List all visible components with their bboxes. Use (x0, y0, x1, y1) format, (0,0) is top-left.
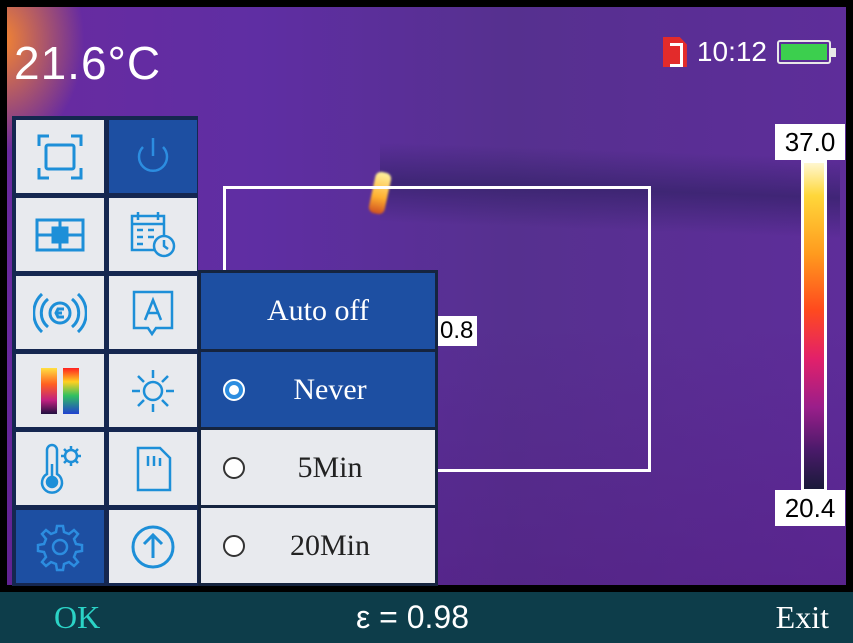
menu-sd-storage[interactable] (109, 432, 197, 505)
date-time-icon (130, 211, 176, 257)
menu-center-measure[interactable] (16, 198, 104, 271)
auto-off-popup: Auto off Never 5Min 20Min (198, 270, 438, 586)
scale-min-label: 20.4 (775, 490, 845, 526)
power-icon (137, 137, 169, 172)
exit-button[interactable]: Exit (776, 599, 829, 636)
language-icon (132, 290, 174, 336)
menu-temperature-settings[interactable] (16, 432, 104, 505)
battery-icon (777, 40, 836, 64)
menu-date-time[interactable] (109, 198, 197, 271)
sd-card-icon (662, 37, 687, 67)
radio-20min[interactable] (223, 534, 245, 557)
emissivity-readout: ε = 0.98 (356, 599, 470, 635)
option-label: Never (293, 372, 367, 406)
menu-power[interactable] (109, 120, 197, 193)
battery-fill (781, 44, 827, 60)
clock: 10:12 (696, 36, 767, 67)
palette-icon (41, 367, 79, 414)
emissivity-icon (33, 292, 87, 333)
upgrade-icon (131, 525, 175, 568)
menu-language[interactable] (109, 276, 197, 349)
radio-never[interactable] (223, 378, 245, 401)
center-temperature-label: 0.8 (436, 316, 478, 346)
menu-brightness[interactable] (109, 354, 197, 427)
menu-settings[interactable] (16, 510, 104, 583)
ok-button[interactable]: OK (54, 599, 100, 636)
popup-title: Auto off (201, 273, 435, 349)
area-measure-icon (37, 134, 83, 179)
option-label: 5Min (297, 450, 363, 484)
thermal-camera-screen: 21.6°C 10:12 0.8 37.0 20.4 Auto off Neve… (0, 0, 853, 643)
sd-storage-icon (136, 446, 172, 491)
menu-palette[interactable] (16, 354, 104, 427)
option-never[interactable]: Never (201, 352, 435, 427)
menu-emissivity[interactable] (16, 276, 104, 349)
option-5min[interactable]: 5Min (201, 430, 435, 505)
color-scale-bar (801, 160, 827, 492)
brightness-icon (132, 369, 174, 412)
settings-gear-icon (36, 524, 84, 571)
settings-menu-grid (12, 116, 198, 586)
center-measure-icon (35, 218, 85, 251)
menu-area-measure[interactable] (16, 120, 104, 193)
temperature-readout: 21.6°C (14, 37, 162, 89)
option-20min[interactable]: 20Min (201, 508, 435, 583)
status-bar: 10:12 (662, 36, 836, 68)
menu-upgrade[interactable] (109, 510, 197, 583)
temperature-settings-icon (40, 443, 81, 494)
scale-max-label: 37.0 (775, 124, 845, 160)
radio-5min[interactable] (223, 456, 245, 479)
option-label: 20Min (289, 528, 370, 562)
soft-key-bar: OK ε = 0.98 Exit (0, 592, 853, 643)
